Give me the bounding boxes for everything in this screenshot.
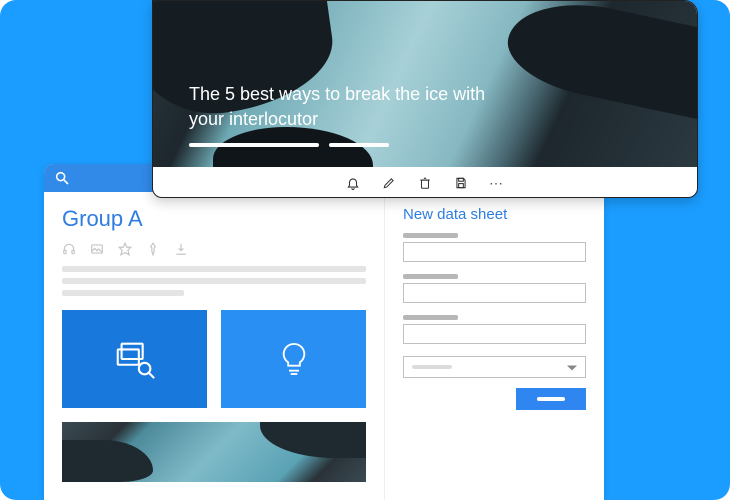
main-panel: Group A xyxy=(44,192,384,500)
card-idea[interactable] xyxy=(221,310,366,408)
card-layers[interactable] xyxy=(62,310,207,408)
text-placeholder-line xyxy=(62,266,366,272)
bell-icon[interactable] xyxy=(346,176,360,190)
hero-image: The 5 best ways to break the ice with yo… xyxy=(153,1,697,167)
star-icon[interactable] xyxy=(118,242,132,256)
stage: Group A xyxy=(0,0,730,500)
form-title: New data sheet xyxy=(403,206,586,223)
delete-icon[interactable] xyxy=(418,176,432,190)
field-label xyxy=(403,233,458,238)
more-icon[interactable]: ⋯ xyxy=(490,176,504,190)
text-placeholder-line xyxy=(62,278,366,284)
slide-window: The 5 best ways to break the ice with yo… xyxy=(152,0,698,198)
field-label xyxy=(403,274,458,279)
edit-icon[interactable] xyxy=(382,176,396,190)
text-field[interactable] xyxy=(403,283,586,303)
download-icon[interactable] xyxy=(174,242,188,256)
pin-icon[interactable] xyxy=(146,242,160,256)
text-field[interactable] xyxy=(403,242,586,262)
action-icon-row xyxy=(62,242,366,256)
save-icon[interactable] xyxy=(454,176,468,190)
image-icon[interactable] xyxy=(90,242,104,256)
group-title: Group A xyxy=(62,206,366,232)
card-photo[interactable] xyxy=(62,422,366,482)
text-placeholder-line xyxy=(62,290,184,296)
hero-subtext-bars xyxy=(189,143,661,147)
select-field[interactable] xyxy=(403,356,586,378)
submit-button[interactable] xyxy=(516,388,586,410)
search-icon[interactable] xyxy=(54,170,70,186)
slide-toolbar: ⋯ xyxy=(153,167,697,198)
hero-title: The 5 best ways to break the ice with yo… xyxy=(189,82,509,131)
headphones-icon[interactable] xyxy=(62,242,76,256)
field-label xyxy=(403,315,458,320)
group-window: Group A xyxy=(44,164,604,500)
text-field[interactable] xyxy=(403,324,586,344)
form-panel: New data sheet xyxy=(384,192,604,500)
